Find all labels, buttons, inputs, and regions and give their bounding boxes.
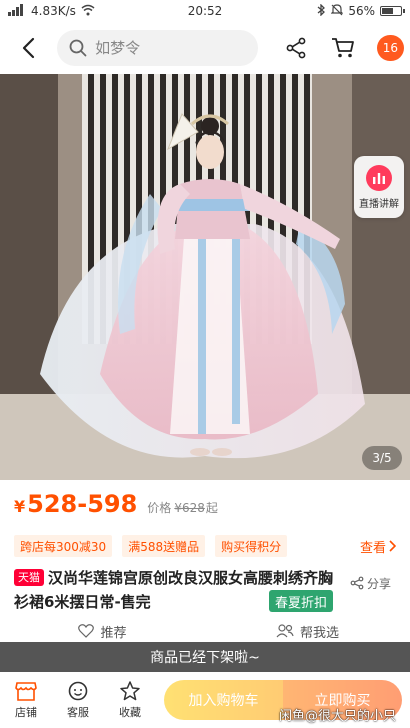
cart-button[interactable]: [324, 28, 363, 68]
chevron-left-icon: [22, 37, 34, 59]
status-right: 56%: [316, 2, 405, 19]
heart-icon: [78, 624, 95, 638]
offline-notice-banner: 商品已经下架啦~: [0, 642, 410, 672]
customer-service-button[interactable]: 客服: [52, 681, 104, 720]
share-icon: [350, 576, 364, 590]
signal-icon: [8, 3, 26, 19]
season-discount-tag: 春夏折扣: [269, 590, 334, 612]
customer-service-label: 客服: [67, 705, 89, 719]
share-label: 分享: [367, 576, 392, 591]
message-count-badge: 16: [376, 35, 405, 61]
promo-tag: 跨店每300减30: [14, 535, 113, 557]
store-icon: [15, 681, 37, 701]
hanfu-model-photo: [40, 113, 365, 459]
product-detail-page: 4.83K/s 20:52 56% 如梦令 16 直播讲解 3/5 ¥ 528-…: [0, 0, 410, 728]
price-currency: ¥: [14, 497, 26, 516]
live-stream-icon: [366, 164, 392, 191]
shop-button[interactable]: 店铺: [0, 681, 52, 720]
recommend-label: 推荐: [100, 625, 127, 641]
status-bar: 4.83K/s 20:52 56%: [0, 0, 410, 22]
help-choose-button[interactable]: 帮我选: [205, 620, 410, 642]
original-price: ¥628: [174, 501, 205, 515]
search-bar[interactable]: [57, 30, 259, 66]
status-left: 4.83K/s: [8, 3, 95, 19]
add-to-cart-button[interactable]: 加入购物车: [164, 680, 283, 720]
favorite-label: 收藏: [119, 705, 141, 719]
live-explain-label: 直播讲解: [359, 198, 399, 210]
price-row: ¥ 528-598 价格 ¥628 起: [0, 490, 410, 530]
messages-button[interactable]: 16: [371, 28, 410, 68]
help-choose-label: 帮我选: [299, 625, 339, 641]
view-promotions-label: 查看: [359, 540, 386, 556]
original-price-label: 价格: [147, 501, 172, 515]
mute-icon: [330, 3, 344, 19]
promo-tag: 购买得积分: [215, 535, 288, 557]
view-promotions-link[interactable]: 查看: [360, 537, 396, 556]
network-speed: 4.83K/s: [31, 4, 76, 18]
wifi-icon: [81, 4, 95, 19]
watermark: 闲鱼@很大只的小只: [278, 709, 396, 724]
promo-tag: 满588送赠品: [122, 535, 206, 557]
price-range: 528-598: [27, 490, 138, 518]
product-title-block: 天猫 汉尚华莲锦宫原创改良汉服女高腰刺绣齐胸衫裙6米摆日常-售完 春夏折扣: [14, 566, 344, 614]
battery-level: 56%: [348, 4, 375, 18]
people-icon: [276, 624, 294, 638]
star-icon: [120, 680, 140, 700]
back-button[interactable]: [6, 26, 49, 70]
action-row: 推荐 帮我选: [0, 620, 410, 642]
share-product-button[interactable]: 分享: [350, 572, 402, 594]
favorite-button[interactable]: 收藏: [104, 680, 156, 720]
product-image-gallery[interactable]: 直播讲解 3/5: [0, 74, 410, 480]
share-button[interactable]: [276, 28, 315, 68]
chat-smile-icon: [68, 681, 88, 700]
search-icon: [69, 39, 87, 57]
image-counter: 3/5: [362, 446, 402, 470]
chevron-right-icon: [389, 540, 396, 552]
bluetooth-icon: [316, 2, 326, 19]
cart-icon: [332, 38, 355, 58]
share-icon: [286, 37, 306, 59]
shop-label: 店铺: [15, 705, 37, 719]
battery-icon: [380, 6, 405, 16]
original-price-suffix: 起: [205, 501, 218, 515]
search-input[interactable]: [95, 39, 236, 57]
recommend-button[interactable]: 推荐: [0, 620, 205, 642]
promotion-row[interactable]: 跨店每300减30 满588送赠品 购买得积分 查看: [0, 535, 410, 557]
tmall-badge: 天猫: [14, 569, 44, 586]
top-navigation: 16: [0, 22, 410, 74]
live-explain-button[interactable]: 直播讲解: [354, 156, 404, 218]
